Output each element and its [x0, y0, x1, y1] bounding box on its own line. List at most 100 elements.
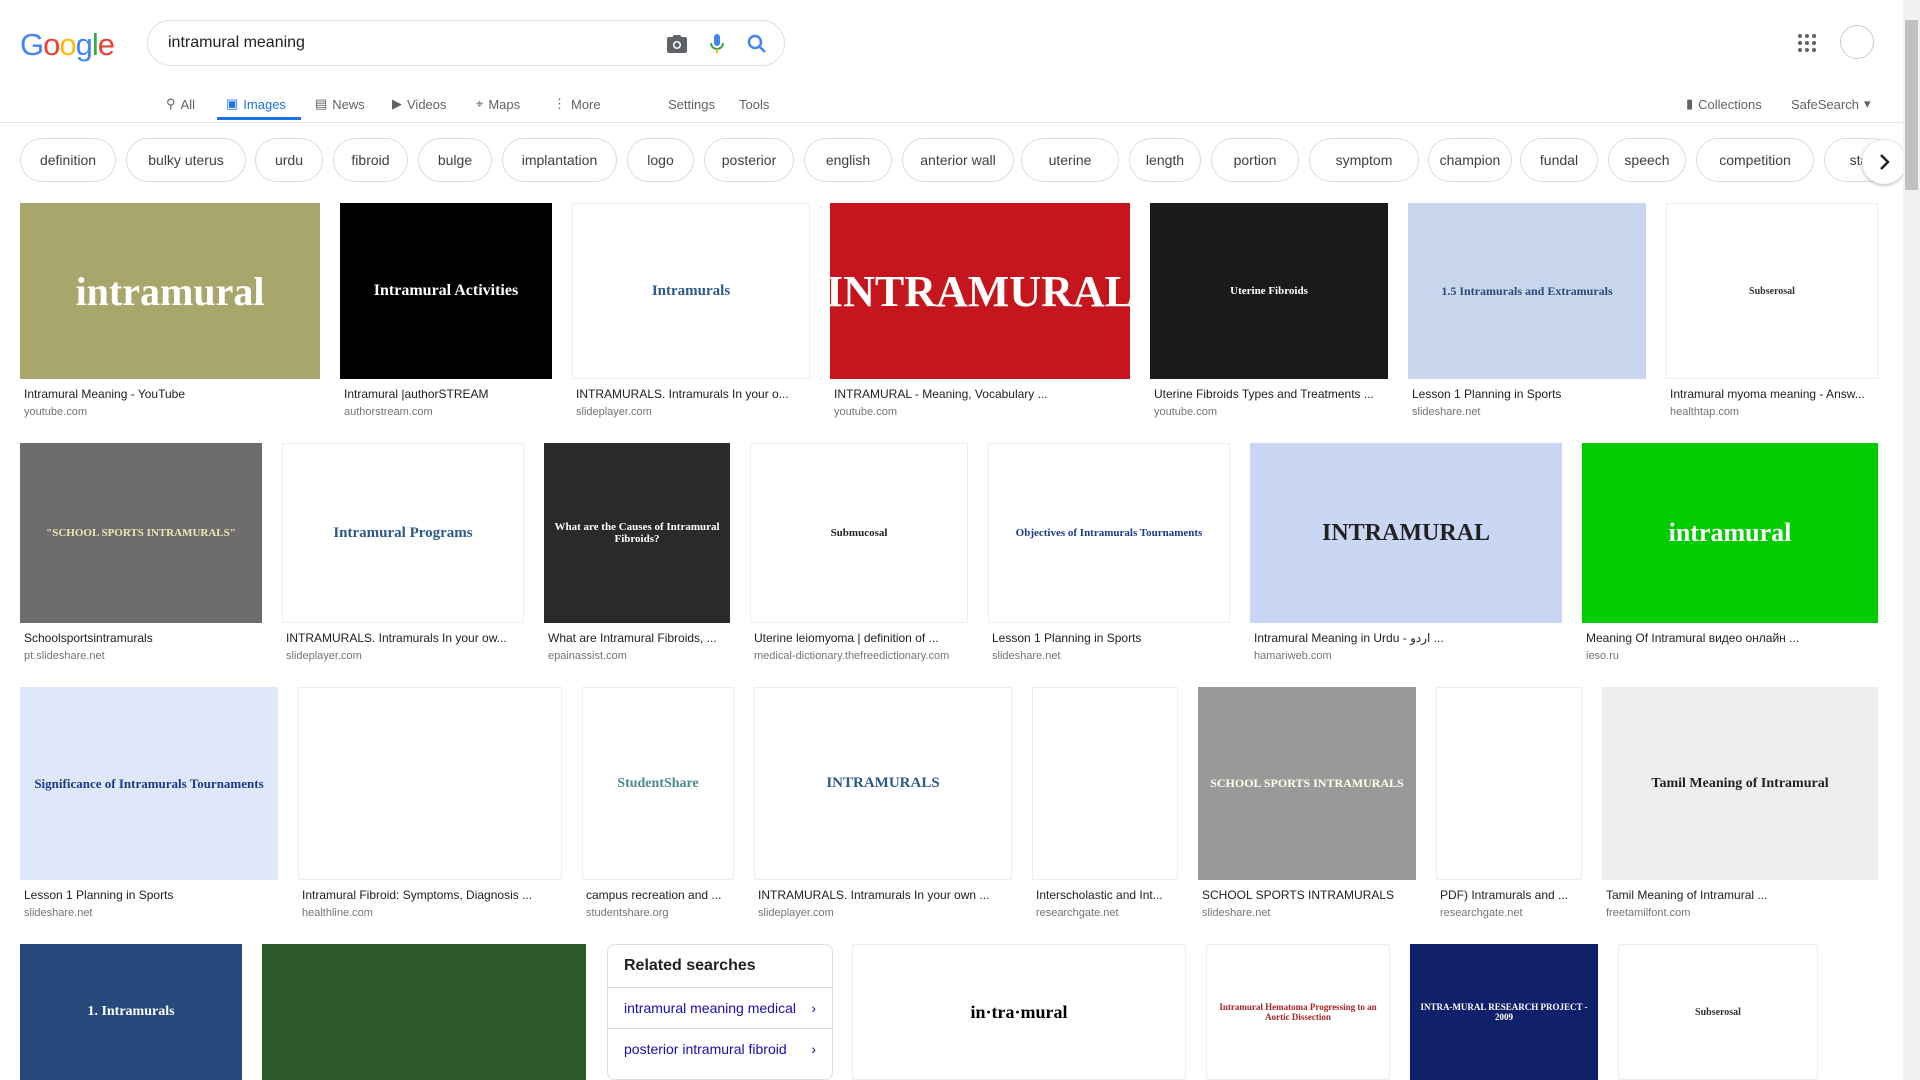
result-thumbnail[interactable]: Subserosal: [1618, 944, 1818, 1080]
result-thumbnail[interactable]: in·tra·mural: [852, 944, 1186, 1080]
chip-posterior[interactable]: posterior: [704, 138, 794, 182]
result-thumbnail[interactable]: SCHOOL SPORTS INTRAMURALS: [1198, 687, 1416, 880]
chip-bulky-uterus[interactable]: bulky uterus: [126, 138, 246, 182]
result-thumbnail[interactable]: Tamil Meaning of Intramural: [1602, 687, 1878, 880]
result-source[interactable]: youtube.com: [1154, 406, 1217, 418]
chip-urdu[interactable]: urdu: [255, 138, 323, 182]
tab-videos[interactable]: ▶ Videos: [392, 91, 447, 117]
result-thumbnail[interactable]: Submucosal: [750, 443, 968, 623]
result-title[interactable]: INTRAMURALS. Intramurals In your own ...: [758, 888, 1008, 902]
result-thumbnail[interactable]: Subserosal: [1666, 203, 1878, 379]
result-title[interactable]: Lesson 1 Planning in Sports: [24, 888, 274, 902]
result-source[interactable]: epainassist.com: [548, 650, 627, 662]
chip-length[interactable]: length: [1129, 138, 1201, 182]
chip-english[interactable]: english: [804, 138, 892, 182]
result-thumbnail[interactable]: 1.5 Intramurals and Extramurals: [1408, 203, 1646, 379]
result-title[interactable]: Intramural Meaning - YouTube: [24, 387, 316, 401]
result-source[interactable]: authorstream.com: [344, 406, 433, 418]
result-title[interactable]: SCHOOL SPORTS INTRAMURALS: [1202, 888, 1412, 902]
result-title[interactable]: What are Intramural Fibroids, ...: [548, 631, 726, 645]
result-thumbnail[interactable]: "SCHOOL SPORTS INTRAMURALS": [20, 443, 262, 623]
result-thumbnail[interactable]: Uterine Fibroids: [1150, 203, 1388, 379]
collections-link[interactable]: ▮ Collections: [1686, 91, 1762, 117]
result-thumbnail[interactable]: intramural: [1582, 443, 1878, 623]
result-source[interactable]: hamariweb.com: [1254, 650, 1332, 662]
result-thumbnail[interactable]: Intramurals: [572, 203, 810, 379]
result-title[interactable]: Interscholastic and Int...: [1036, 888, 1174, 902]
result-thumbnail[interactable]: INTRAMURALS: [754, 687, 1012, 880]
result-thumbnail[interactable]: Significance of Intramurals Tournaments: [20, 687, 278, 880]
result-source[interactable]: researchgate.net: [1440, 907, 1523, 919]
result-thumbnail[interactable]: [1436, 687, 1582, 880]
result-title[interactable]: Intramural Meaning in Urdu - اردو ...: [1254, 631, 1558, 645]
result-source[interactable]: youtube.com: [834, 406, 897, 418]
result-thumbnail[interactable]: Intramural Activities: [340, 203, 552, 379]
result-source[interactable]: youtube.com: [24, 406, 87, 418]
microphone-icon[interactable]: [705, 32, 729, 56]
result-title[interactable]: INTRAMURALS. Intramurals In your ow...: [286, 631, 520, 645]
result-thumbnail[interactable]: intramural: [20, 203, 320, 379]
tab-tools[interactable]: Tools: [739, 91, 769, 117]
chip-anterior-wall[interactable]: anterior wall: [902, 138, 1014, 182]
result-source[interactable]: slideplayer.com: [286, 650, 362, 662]
search-icon[interactable]: [745, 32, 769, 56]
apps-grid-icon[interactable]: [1796, 32, 1818, 54]
related-search-item[interactable]: intramural meaning medical ›: [608, 987, 832, 1028]
result-source[interactable]: slideplayer.com: [758, 907, 834, 919]
chip-fundal[interactable]: fundal: [1520, 138, 1598, 182]
result-thumbnail[interactable]: [298, 687, 562, 880]
result-thumbnail[interactable]: StudentShare: [582, 687, 734, 880]
result-source[interactable]: researchgate.net: [1036, 907, 1119, 919]
result-source[interactable]: slideplayer.com: [576, 406, 652, 418]
safesearch-toggle[interactable]: SafeSearch ▾: [1791, 91, 1870, 117]
camera-icon[interactable]: [665, 32, 689, 56]
result-source[interactable]: slideshare.net: [992, 650, 1061, 662]
result-title[interactable]: Intramural myoma meaning - Answ...: [1670, 387, 1874, 401]
result-source[interactable]: slideshare.net: [1202, 907, 1271, 919]
google-logo[interactable]: Google: [20, 27, 115, 63]
chip-champion[interactable]: champion: [1428, 138, 1512, 182]
result-source[interactable]: ieso.ru: [1586, 650, 1619, 662]
result-title[interactable]: Schoolsportsintramurals: [24, 631, 258, 645]
tab-settings[interactable]: Settings: [668, 91, 715, 117]
result-title[interactable]: Tamil Meaning of Intramural ...: [1606, 888, 1874, 902]
result-title[interactable]: INTRAMURAL - Meaning, Vocabulary ...: [834, 387, 1126, 401]
result-source[interactable]: slideshare.net: [1412, 406, 1481, 418]
tab-all[interactable]: ⚲ All: [166, 91, 195, 117]
related-search-item[interactable]: posterior intramural fibroid ›: [608, 1028, 832, 1069]
avatar[interactable]: [1840, 25, 1874, 59]
chip-portion[interactable]: portion: [1211, 138, 1299, 182]
result-thumbnail[interactable]: Intramural Hematoma Progressing to an Ao…: [1206, 944, 1390, 1080]
result-title[interactable]: Intramural Fibroid: Symptoms, Diagnosis …: [302, 888, 558, 902]
chip-implantation[interactable]: implantation: [502, 138, 617, 182]
tab-news[interactable]: ▤ News: [315, 91, 365, 117]
chip-speech[interactable]: speech: [1608, 138, 1686, 182]
result-thumbnail[interactable]: Objectives of Intramurals Tournaments: [988, 443, 1230, 623]
result-source[interactable]: slideshare.net: [24, 907, 93, 919]
result-title[interactable]: Lesson 1 Planning in Sports: [992, 631, 1226, 645]
result-source[interactable]: healthline.com: [302, 907, 373, 919]
result-title[interactable]: Lesson 1 Planning in Sports: [1412, 387, 1642, 401]
tab-images[interactable]: ▣ Images: [226, 91, 286, 117]
chevron-right-icon[interactable]: [1862, 140, 1906, 184]
tab-maps[interactable]: ⌖ Maps: [476, 91, 520, 117]
result-thumbnail[interactable]: 1. Intramurals: [20, 944, 242, 1080]
result-source[interactable]: medical-dictionary.thefreedictionary.com: [754, 650, 949, 662]
result-thumbnail[interactable]: [262, 944, 586, 1080]
chip-competition[interactable]: competition: [1696, 138, 1814, 182]
chip-bulge[interactable]: bulge: [418, 138, 492, 182]
tab-more[interactable]: ⋮ More: [553, 91, 601, 117]
result-title[interactable]: Intramural |authorSTREAM: [344, 387, 548, 401]
result-title[interactable]: Uterine leiomyoma | definition of ...: [754, 631, 964, 645]
chip-uterine[interactable]: uterine: [1021, 138, 1119, 182]
result-source[interactable]: pt.slideshare.net: [24, 650, 105, 662]
chip-symptom[interactable]: symptom: [1309, 138, 1419, 182]
result-title[interactable]: campus recreation and ...: [586, 888, 730, 902]
result-title[interactable]: PDF) Intramurals and ...: [1440, 888, 1578, 902]
result-title[interactable]: Meaning Of Intramural видео онлайн ...: [1586, 631, 1874, 645]
scrollbar-thumb[interactable]: [1905, 20, 1918, 190]
search-box[interactable]: intramural meaning: [147, 20, 785, 66]
chip-fibroid[interactable]: fibroid: [333, 138, 408, 182]
result-title[interactable]: INTRAMURALS. Intramurals In your o...: [576, 387, 806, 401]
result-thumbnail[interactable]: Intramural Programs: [282, 443, 524, 623]
